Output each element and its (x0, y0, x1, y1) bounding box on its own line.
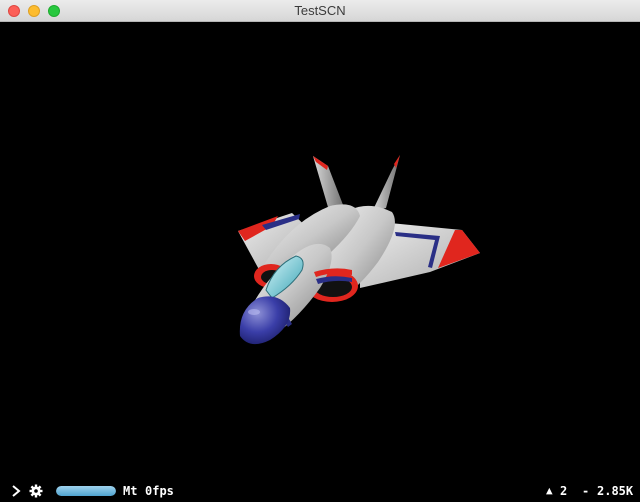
window-title: TestSCN (294, 3, 346, 18)
frame-time-fill (56, 486, 116, 496)
chevron-right-icon[interactable] (10, 483, 22, 499)
app-window: TestSCN Mt 0fps ▲ 2 - 2.85K (0, 0, 640, 502)
draw-calls-icon: ▲ (546, 484, 553, 497)
jet-model (238, 155, 480, 345)
stats-separator: - (582, 484, 590, 498)
frame-time-bar (56, 486, 116, 496)
scene-statistics-bar: Mt 0fps ▲ 2 - 2.85K (0, 480, 640, 502)
nose-cone (239, 296, 291, 345)
scene-view[interactable] (0, 22, 640, 480)
render-mode-label: Mt (123, 484, 138, 498)
title-bar: TestSCN (0, 0, 640, 22)
draw-calls-count: 2 (560, 484, 568, 498)
gear-icon[interactable] (29, 484, 43, 498)
nose-highlight (248, 309, 260, 315)
fps-label: 0fps (145, 484, 174, 498)
polygon-count: 2.85K (597, 484, 634, 498)
